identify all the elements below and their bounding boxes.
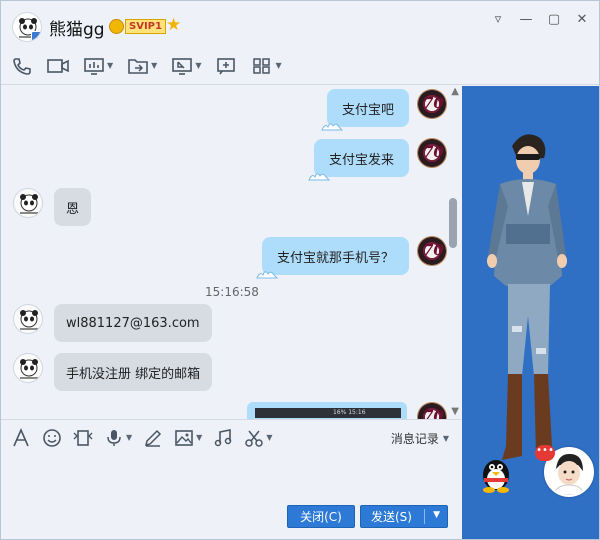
- pin-icon[interactable]: ▿: [487, 9, 509, 29]
- remote-assist-icon[interactable]: ▼: [171, 54, 201, 78]
- screenshot-status-text: 16% 15:16: [333, 409, 366, 416]
- send-button[interactable]: 发送(S) ▼: [360, 505, 448, 528]
- message-text: 手机没注册 绑定的邮箱: [66, 366, 201, 382]
- message-bubble-self[interactable]: 支付宝就那手机号？: [256, 237, 409, 279]
- apps-grid-icon[interactable]: ▼: [251, 54, 282, 78]
- self-avatar[interactable]: 70: [417, 138, 447, 168]
- screen-share-icon[interactable]: ▼: [83, 54, 113, 78]
- star-icon[interactable]: ★: [166, 17, 181, 34]
- window-controls: ▿ — ▢ ✕: [487, 9, 593, 29]
- message-bubble-other[interactable]: 恩: [54, 188, 92, 226]
- message-text: 恩: [66, 201, 80, 217]
- whiteboard-icon[interactable]: [215, 54, 237, 78]
- bubble-splash-icon: [256, 271, 278, 279]
- message-text: 支付宝就那手机号？: [276, 250, 394, 266]
- contact-avatar[interactable]: [13, 188, 43, 218]
- font-icon[interactable]: [11, 427, 31, 448]
- music-icon[interactable]: [213, 428, 233, 448]
- self-avatar[interactable]: 70: [417, 89, 447, 119]
- screenshot-image: [255, 408, 401, 418]
- message-text[interactable]: wl881127@163.com: [66, 316, 200, 331]
- message-timestamp: 15:16:58: [205, 285, 259, 299]
- send-label: 发送(S): [371, 510, 412, 524]
- panda-avatar-icon: [20, 359, 38, 379]
- title-bar: 熊猫gg SVIP1 ★ ▿ — ▢ ✕: [1, 1, 599, 47]
- vip-crown-icon: [109, 19, 124, 34]
- message-history-link[interactable]: 消息记录 ▼: [391, 430, 449, 447]
- image-icon[interactable]: ▼: [174, 428, 202, 448]
- screenshot-scissors-icon[interactable]: ▼: [244, 428, 272, 448]
- self-avatar[interactable]: 70: [417, 236, 447, 266]
- bubble-splash-icon: [321, 123, 343, 131]
- file-transfer-icon[interactable]: ▼: [127, 54, 157, 78]
- contact-avatar[interactable]: [13, 304, 43, 334]
- pencil-icon[interactable]: [143, 428, 163, 448]
- scroll-up-icon[interactable]: ▲: [451, 86, 459, 97]
- image-message[interactable]: 16% 15:16: [247, 402, 407, 419]
- emoji-icon[interactable]: [42, 428, 62, 448]
- gif-icon[interactable]: [73, 428, 93, 448]
- contact-avatar[interactable]: [13, 353, 43, 383]
- panda-avatar-icon: [20, 310, 38, 330]
- message-text: 支付宝发来: [328, 152, 394, 168]
- message-bubble-self[interactable]: 支付宝发来: [308, 139, 409, 181]
- chat-window: 熊猫gg SVIP1 ★ ▿ — ▢ ✕ ▼ ▼ ▼ ▼ ▲ 支付宝吧 70 支…: [0, 0, 600, 540]
- contact-avatar[interactable]: [12, 12, 42, 42]
- message-text: 支付宝吧: [341, 102, 394, 118]
- message-history-label: 消息记录: [390, 432, 439, 446]
- message-scrollbar[interactable]: [449, 198, 457, 248]
- video-call-icon[interactable]: [47, 54, 69, 78]
- panda-avatar-icon: [20, 194, 38, 214]
- message-list[interactable]: ▲ 支付宝吧 70 支付宝发来 70 恩 支付宝就那手机号？ 70 15:16:…: [1, 86, 461, 419]
- input-toolbar: ▼ ▼ ▼ 消息记录 ▼: [1, 419, 461, 455]
- phone-icon[interactable]: [11, 54, 33, 78]
- send-options-dropdown-icon[interactable]: ▼: [433, 510, 440, 520]
- maximize-icon[interactable]: ▢: [543, 9, 565, 29]
- message-input[interactable]: [1, 455, 461, 501]
- contact-name[interactable]: 熊猫gg: [49, 15, 105, 40]
- notification-dots-badge[interactable]: •••: [535, 445, 555, 461]
- chat-toolbar: ▼ ▼ ▼ ▼: [1, 47, 599, 85]
- message-bubble-other[interactable]: wl881127@163.com: [54, 304, 212, 342]
- close-icon[interactable]: ✕: [571, 9, 593, 29]
- bubble-splash-icon: [308, 173, 330, 181]
- message-bubble-self[interactable]: 支付宝吧: [321, 89, 409, 131]
- microphone-icon[interactable]: ▼: [104, 428, 132, 448]
- device-badge-icon: [31, 31, 41, 41]
- close-button[interactable]: 关闭(C): [287, 505, 355, 528]
- qq-penguin-icon[interactable]: [476, 453, 516, 493]
- vip-label: SVIP1: [125, 19, 166, 34]
- character-figure-icon: [487, 134, 567, 460]
- send-divider: [424, 509, 425, 524]
- self-avatar[interactable]: 70: [417, 402, 447, 419]
- minimize-icon[interactable]: —: [515, 9, 537, 29]
- scroll-down-icon[interactable]: ▼: [451, 406, 459, 417]
- message-bubble-other[interactable]: 手机没注册 绑定的邮箱: [54, 353, 213, 391]
- vip-badge[interactable]: SVIP1: [109, 18, 166, 35]
- chevron-down-icon: ▼: [442, 434, 449, 443]
